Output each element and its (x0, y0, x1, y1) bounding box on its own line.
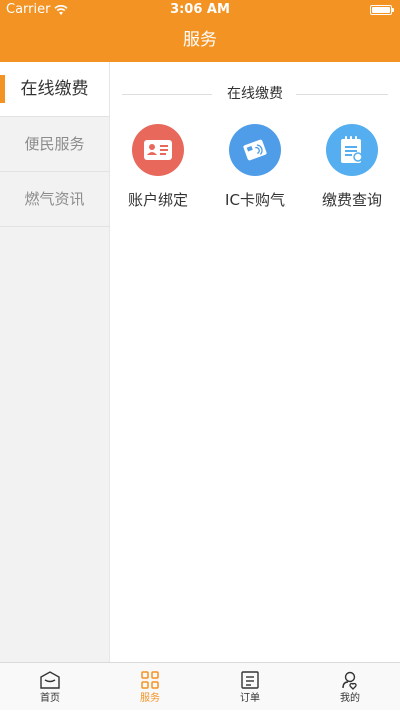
page-title: 服务 (183, 30, 217, 50)
tab-services[interactable]: 服务 (100, 663, 200, 711)
tab-profile[interactable]: 我的 (300, 663, 400, 711)
tab-label: 首页 (40, 693, 60, 704)
sidebar-item-online-payment[interactable]: 在线缴费 (0, 62, 109, 117)
notepad-search-icon (326, 124, 378, 176)
tab-label: 订单 (240, 693, 260, 704)
tab-label: 我的 (340, 693, 360, 704)
sidebar-item-label: 在线缴费 (20, 79, 89, 99)
battery-icon (370, 5, 394, 15)
payment-query-button[interactable]: 缴费查询 (304, 124, 400, 210)
grid-icon (141, 671, 159, 689)
profile-icon (342, 671, 357, 690)
divider (296, 94, 388, 95)
section-header: 在线缴费 (110, 82, 400, 106)
header: Carrier 3:06 AM 服务 (0, 0, 400, 62)
service-label: 账户绑定 (127, 191, 188, 209)
account-binding-button[interactable]: 账户绑定 (110, 124, 206, 210)
order-icon (241, 671, 259, 689)
sidebar-item-label: 便民服务 (24, 135, 85, 153)
tab-label: 服务 (140, 693, 160, 704)
service-label: 缴费查询 (321, 191, 382, 209)
sidebar-item-gas-news[interactable]: 燃气资讯 (0, 172, 109, 227)
sidebar-item-label: 燃气资讯 (24, 190, 85, 208)
tab-orders[interactable]: 订单 (200, 663, 300, 711)
status-time: 3:06 AM (170, 2, 230, 17)
content-panel: 在线缴费 账户绑定 IC卡购气 缴费查询 (110, 62, 400, 662)
ic-card-purchase-button[interactable]: IC卡购气 (207, 124, 303, 210)
service-grid: 账户绑定 IC卡购气 缴费查询 (110, 124, 400, 224)
sidebar-item-convenience-services[interactable]: 便民服务 (0, 117, 109, 172)
status-bar: Carrier 3:06 AM (0, 0, 400, 20)
service-label: IC卡购气 (225, 191, 285, 209)
tab-bar: 首页 服务 订单 我的 (0, 662, 400, 710)
tab-home[interactable]: 首页 (0, 663, 100, 711)
ic-card-icon (229, 124, 281, 176)
id-card-icon (132, 124, 184, 176)
sidebar: 在线缴费 便民服务 燃气资讯 (0, 62, 110, 662)
home-icon (40, 671, 60, 689)
